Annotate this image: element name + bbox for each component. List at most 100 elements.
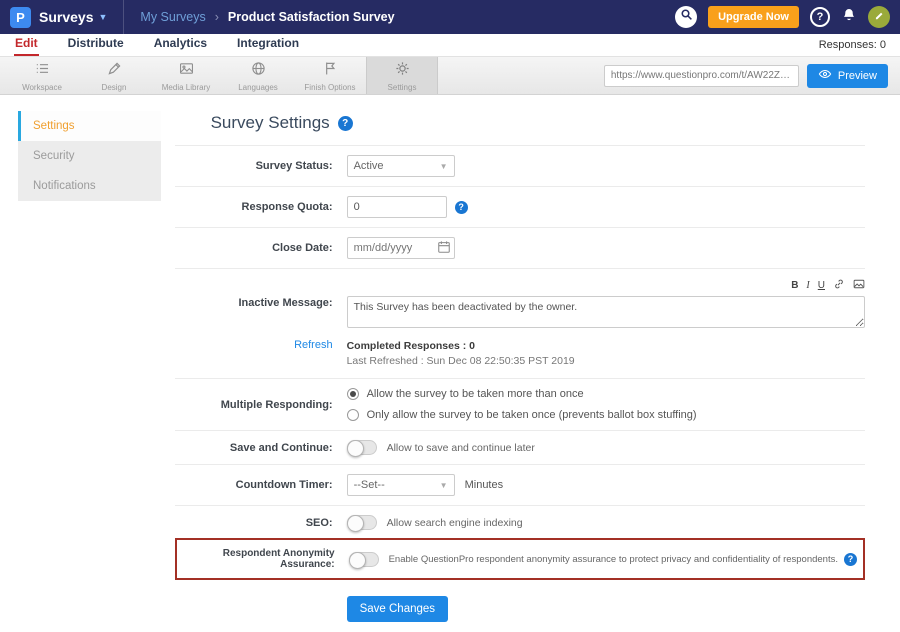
multiple-responding-options: Allow the survey to be taken more than o… xyxy=(347,388,697,421)
breadcrumb-separator: › xyxy=(215,10,219,24)
product-menu[interactable]: Surveys ▼ xyxy=(39,9,107,25)
row-response-quota: Response Quota: ? xyxy=(175,186,865,227)
row-survey-status: Survey Status: Active ▼ xyxy=(175,145,865,186)
radio-option-once-only[interactable]: Only allow the survey to be taken once (… xyxy=(347,409,697,421)
toolbar-label: Design xyxy=(102,83,127,92)
seo-label: SEO: xyxy=(175,517,347,529)
seo-text: Allow search engine indexing xyxy=(387,517,523,529)
sidebar-item-notifications[interactable]: Notifications xyxy=(18,171,161,201)
responses-count: Responses: 0 xyxy=(819,39,886,56)
topbar-divider xyxy=(123,0,124,34)
survey-url-input[interactable] xyxy=(604,65,799,87)
row-seo: SEO: Allow search engine indexing xyxy=(175,505,865,539)
multiple-responding-label: Multiple Responding: xyxy=(175,399,347,411)
chevron-down-icon: ▼ xyxy=(98,12,107,22)
editor-toolbar: B I U xyxy=(791,278,865,296)
countdown-timer-label: Countdown Timer: xyxy=(175,479,347,491)
pencil-icon xyxy=(874,8,885,26)
tab-analytics[interactable]: Analytics xyxy=(153,33,208,56)
link-icon[interactable] xyxy=(833,278,845,293)
help-icon-response-quota[interactable]: ? xyxy=(455,201,468,214)
eye-icon xyxy=(818,67,832,84)
help-icon-survey-settings[interactable]: ? xyxy=(338,116,353,131)
row-inactive-message: Inactive Message: B I U This Survey has … xyxy=(175,268,865,337)
settings-sidebar: Settings Security Notifications xyxy=(18,111,161,201)
close-date-label: Close Date: xyxy=(175,242,347,254)
radio-button[interactable] xyxy=(347,409,359,421)
topbar-actions: Upgrade Now ? xyxy=(675,6,890,28)
survey-settings-panel: Survey Settings ? Survey Status: Active … xyxy=(175,103,865,632)
close-date-field xyxy=(347,237,455,259)
sidebar-item-settings[interactable]: Settings xyxy=(18,111,161,141)
tab-integration[interactable]: Integration xyxy=(236,33,300,56)
toolbar-item-media-library[interactable]: Media Library xyxy=(150,57,222,94)
toolbar-item-finish-options[interactable]: Finish Options xyxy=(294,57,366,94)
nav-tabs: Edit Distribute Analytics Integration xyxy=(14,33,300,56)
page-title: Survey Settings xyxy=(211,113,330,133)
search-icon xyxy=(680,8,693,26)
row-refresh: Refresh Completed Responses : 0 Last Ref… xyxy=(175,337,865,378)
underline-button[interactable]: U xyxy=(818,281,825,291)
chevron-down-icon: ▼ xyxy=(440,481,448,490)
save-and-continue-text: Allow to save and continue later xyxy=(387,442,535,454)
inactive-message-textarea[interactable]: This Survey has been deactivated by the … xyxy=(347,296,865,328)
sidebar-item-security[interactable]: Security xyxy=(18,141,161,171)
preview-button[interactable]: Preview xyxy=(807,64,888,88)
survey-status-label: Survey Status: xyxy=(175,160,347,172)
toolbar-item-workspace[interactable]: Workspace xyxy=(6,57,78,94)
radio-button[interactable] xyxy=(347,388,359,400)
radio-option-multiple-allowed[interactable]: Allow the survey to be taken more than o… xyxy=(347,388,697,400)
inactive-message-label: Inactive Message: xyxy=(175,297,347,309)
radio-option-label: Allow the survey to be taken more than o… xyxy=(367,388,584,400)
breadcrumb: My Surveys › Product Satisfaction Survey xyxy=(140,10,394,24)
toolbar-item-design[interactable]: Design xyxy=(78,57,150,94)
breadcrumb-current: Product Satisfaction Survey xyxy=(228,10,395,24)
notifications-bell-icon[interactable] xyxy=(841,7,857,28)
help-icon-anonymity[interactable]: ? xyxy=(844,553,857,566)
countdown-timer-suffix: Minutes xyxy=(465,479,504,491)
anonymity-label: Respondent Anonymity Assurance: xyxy=(177,548,349,570)
toolbar-item-settings[interactable]: Settings xyxy=(366,57,438,94)
design-icon xyxy=(106,60,123,82)
questionpro-logo[interactable]: P xyxy=(10,7,31,28)
search-button[interactable] xyxy=(675,6,697,28)
inactive-message-editor: B I U This Survey has been deactivated b… xyxy=(347,278,865,328)
product-label: Surveys xyxy=(39,9,93,25)
page-title-row: Survey Settings ? xyxy=(175,103,865,145)
seo-toggle[interactable] xyxy=(347,515,377,530)
help-button[interactable]: ? xyxy=(810,7,830,27)
radio-option-label: Only allow the survey to be taken once (… xyxy=(367,409,697,421)
workspace-icon xyxy=(34,60,51,82)
upgrade-now-button[interactable]: Upgrade Now xyxy=(708,6,799,28)
row-multiple-responding: Multiple Responding: Allow the survey to… xyxy=(175,378,865,430)
user-avatar[interactable] xyxy=(868,6,890,28)
save-changes-button[interactable]: Save Changes xyxy=(347,596,448,622)
survey-status-select[interactable]: Active ▼ xyxy=(347,155,455,177)
toolbar-label: Workspace xyxy=(22,83,62,92)
tab-edit[interactable]: Edit xyxy=(14,33,39,56)
tab-distribute[interactable]: Distribute xyxy=(67,33,125,56)
response-quota-input[interactable] xyxy=(347,196,447,218)
toolbar-label: Languages xyxy=(238,83,278,92)
row-save: Save Changes xyxy=(175,580,865,632)
breadcrumb-parent[interactable]: My Surveys xyxy=(140,10,205,24)
content-area: Settings Security Notifications Survey S… xyxy=(0,95,900,632)
bold-button[interactable]: B xyxy=(791,281,798,291)
survey-toolbar: Workspace Design Media Library Languages… xyxy=(0,57,900,95)
countdown-timer-select[interactable]: --Set-- ▼ xyxy=(347,474,455,496)
save-and-continue-toggle[interactable] xyxy=(347,440,377,455)
refresh-link[interactable]: Refresh xyxy=(175,339,347,351)
row-close-date: Close Date: xyxy=(175,227,865,268)
calendar-icon[interactable] xyxy=(437,240,451,259)
last-refreshed-text: Last Refreshed : Sun Dec 08 22:50:35 PST… xyxy=(347,354,575,369)
completed-responses-text: Completed Responses : 0 xyxy=(347,339,575,354)
row-save-and-continue: Save and Continue: Allow to save and con… xyxy=(175,430,865,464)
toolbar-item-languages[interactable]: Languages xyxy=(222,57,294,94)
row-respondent-anonymity: Respondent Anonymity Assurance: Enable Q… xyxy=(175,538,865,580)
italic-button[interactable]: I xyxy=(806,281,809,291)
anonymity-toggle[interactable] xyxy=(349,552,379,567)
settings-icon xyxy=(394,60,411,82)
image-icon[interactable] xyxy=(853,278,865,293)
survey-status-value: Active xyxy=(354,160,384,172)
toolbar-right: Preview xyxy=(604,57,900,94)
